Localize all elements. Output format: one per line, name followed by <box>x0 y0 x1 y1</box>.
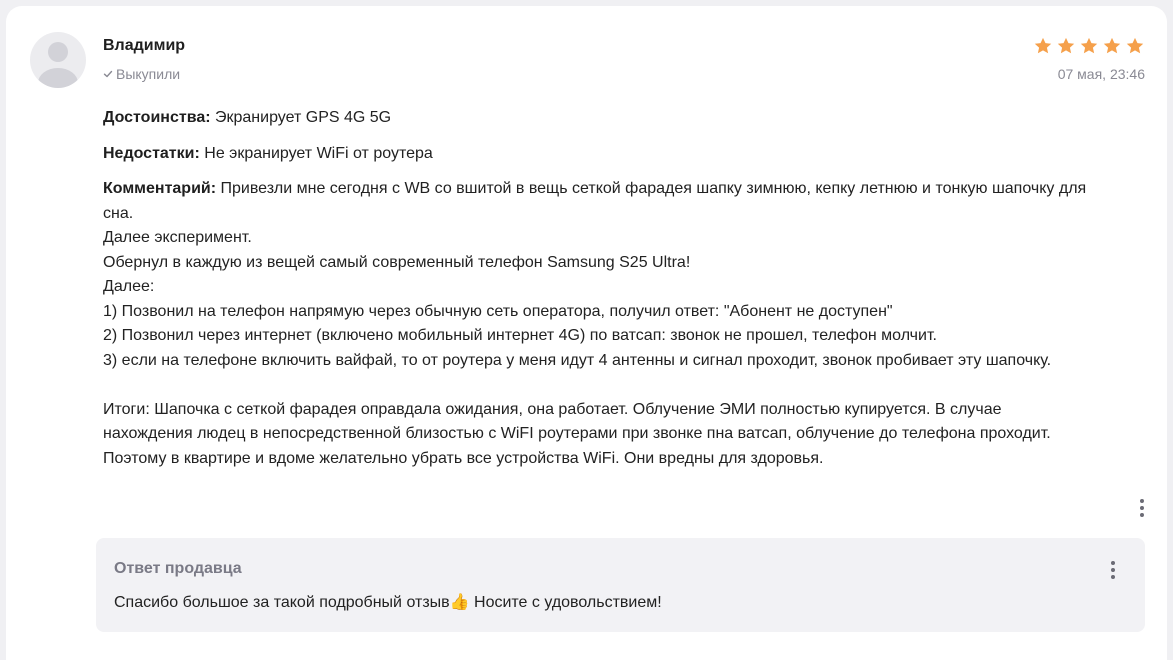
star-icon <box>1056 36 1076 56</box>
more-vertical-icon[interactable] <box>1103 558 1123 582</box>
cons-label: Недостатки: <box>103 144 200 162</box>
pros-text: Экранирует GPS 4G 5G <box>210 109 392 126</box>
review-card: Владимир Выкупили 07 мая, 23:46 Достоинс… <box>6 6 1167 660</box>
comment-text: Привезли мне сегодня с WB со вшитой в ве… <box>103 180 1087 467</box>
check-icon <box>103 69 113 79</box>
review-author: Владимир <box>103 37 186 54</box>
cons: Недостатки: Не экранирует WiFi от роутер… <box>103 142 1093 167</box>
review-body: Достоинства: Экранирует GPS 4G 5G Недост… <box>103 106 1093 482</box>
verified-label: Выкупили <box>116 66 181 82</box>
cons-text: Не экранирует WiFi от роутера <box>199 144 433 162</box>
avatar-body <box>38 68 78 88</box>
star-icon <box>1033 36 1053 56</box>
comment-label: Комментарий: <box>103 180 217 197</box>
rating-stars <box>1033 36 1145 56</box>
verified-purchase: Выкупили <box>103 66 180 82</box>
avatar <box>30 32 86 88</box>
star-icon <box>1125 36 1145 56</box>
review-date: 07 мая, 23:46 <box>1057 66 1145 82</box>
pros: Достоинства: Экранирует GPS 4G 5G <box>103 106 1093 131</box>
seller-reply-title: Ответ продавца <box>114 560 242 577</box>
avatar-head <box>48 42 68 62</box>
seller-reply-text: Спасибо большое за такой подробный отзыв… <box>114 594 662 611</box>
seller-reply: Ответ продавца Спасибо большое за такой … <box>96 538 1145 632</box>
star-icon <box>1079 36 1099 56</box>
pros-label: Достоинства: <box>103 109 211 126</box>
comment: Комментарий: Привезли мне сегодня с WB с… <box>103 177 1093 471</box>
more-vertical-icon[interactable] <box>1132 496 1152 520</box>
star-icon <box>1102 36 1122 56</box>
